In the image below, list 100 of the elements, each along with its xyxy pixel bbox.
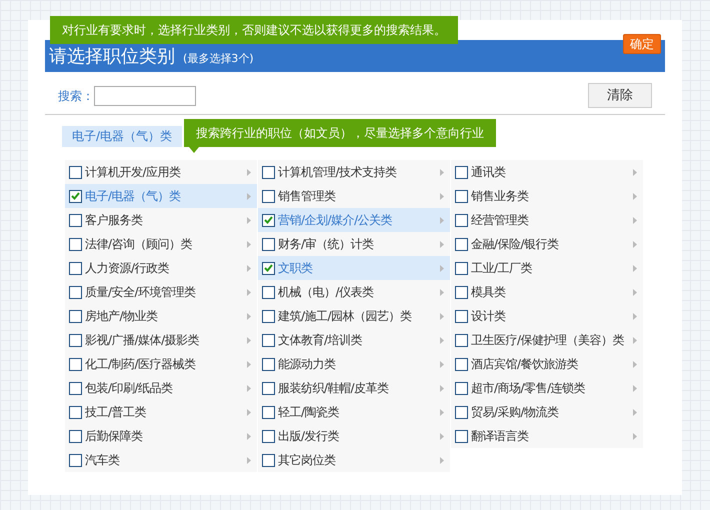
checkbox[interactable] <box>69 454 82 466</box>
category-item[interactable]: 其它岗位类 <box>258 448 450 472</box>
checkbox[interactable] <box>69 334 82 346</box>
category-item[interactable]: 计算机开发/应用类 <box>65 160 257 184</box>
category-item[interactable]: 汽车类 <box>65 448 257 472</box>
category-item[interactable]: 影视/广播/媒体/摄影类 <box>65 328 257 352</box>
checkbox[interactable] <box>455 334 468 346</box>
checkbox[interactable] <box>69 310 82 322</box>
checkbox[interactable] <box>262 406 275 418</box>
tooltip-pointer-icon <box>189 147 200 153</box>
category-item[interactable]: 出版/发行类 <box>258 424 450 448</box>
category-item[interactable]: 文体教育/培训类 <box>258 328 450 352</box>
category-item[interactable]: 能源动力类 <box>258 352 450 376</box>
category-item[interactable]: 化工/制药/医疗器械类 <box>65 352 257 376</box>
checkbox[interactable] <box>455 214 468 226</box>
category-item[interactable]: 质量/安全/环境管理类 <box>65 280 257 304</box>
checkbox[interactable] <box>262 238 275 250</box>
category-item[interactable]: 机械（电）/仪表类 <box>258 280 450 304</box>
checkbox[interactable] <box>455 190 468 202</box>
checkbox[interactable] <box>262 454 275 466</box>
checkbox[interactable] <box>262 310 275 322</box>
arrow-icon <box>633 432 637 440</box>
clear-button[interactable]: 清除 <box>588 83 652 108</box>
checkbox[interactable] <box>455 382 468 394</box>
category-item[interactable]: 贸易/采购/物流类 <box>451 400 643 424</box>
category-label: 后勤保障类 <box>85 428 142 445</box>
checkbox[interactable] <box>69 406 82 418</box>
category-item[interactable]: 销售业务类 <box>451 184 643 208</box>
checkbox[interactable] <box>262 358 275 370</box>
checkbox[interactable] <box>69 166 82 178</box>
category-item[interactable]: 翻译语言类 <box>451 424 643 448</box>
category-item[interactable]: 轻工/陶瓷类 <box>258 400 450 424</box>
checkbox[interactable] <box>262 166 275 178</box>
category-item[interactable]: 模具类 <box>451 280 643 304</box>
checkbox[interactable] <box>69 358 82 370</box>
checkbox[interactable] <box>262 262 275 274</box>
category-item[interactable]: 计算机管理/技术支持类 <box>258 160 450 184</box>
arrow-icon <box>247 408 251 416</box>
checkbox[interactable] <box>455 358 468 370</box>
checkbox[interactable] <box>69 238 82 250</box>
arrow-icon <box>247 384 251 392</box>
category-item[interactable]: 超市/商场/零售/连锁类 <box>451 376 643 400</box>
checkbox[interactable] <box>455 238 468 250</box>
category-label: 销售业务类 <box>471 188 528 205</box>
category-label: 电子/电器（气）类 <box>85 188 181 205</box>
category-item[interactable]: 销售管理类 <box>258 184 450 208</box>
arrow-icon <box>247 192 251 200</box>
checkbox[interactable] <box>455 166 468 178</box>
arrow-icon <box>633 192 637 200</box>
category-label: 法律/咨询（顾问）类 <box>85 236 192 253</box>
checkbox[interactable] <box>69 262 82 274</box>
category-item[interactable]: 通讯类 <box>451 160 643 184</box>
arrow-icon <box>633 408 637 416</box>
checkbox[interactable] <box>262 382 275 394</box>
category-item[interactable]: 客户服务类 <box>65 208 257 232</box>
checkbox[interactable] <box>262 190 275 202</box>
checkbox[interactable] <box>69 190 82 202</box>
category-item[interactable]: 电子/电器（气）类 <box>65 184 257 208</box>
category-label: 客户服务类 <box>85 212 142 229</box>
checkbox[interactable] <box>69 214 82 226</box>
category-item[interactable]: 经营管理类 <box>451 208 643 232</box>
arrow-icon <box>633 312 637 320</box>
category-item[interactable]: 酒店宾馆/餐饮旅游类 <box>451 352 643 376</box>
tip-banner: 对行业有要求时，选择行业类别，否则建议不选以获得更多的搜索结果。 <box>50 16 458 44</box>
category-item[interactable]: 房地产/物业类 <box>65 304 257 328</box>
checkbox[interactable] <box>455 262 468 274</box>
category-label: 影视/广播/媒体/摄影类 <box>85 332 200 349</box>
category-item[interactable]: 工业/工厂类 <box>451 256 643 280</box>
arrow-icon <box>633 288 637 296</box>
checkbox[interactable] <box>262 286 275 298</box>
checkbox[interactable] <box>262 430 275 442</box>
category-item[interactable]: 法律/咨询（顾问）类 <box>65 232 257 256</box>
category-item[interactable]: 文职类 <box>258 256 450 280</box>
checkbox[interactable] <box>69 382 82 394</box>
category-label: 计算机管理/技术支持类 <box>278 164 397 181</box>
category-item[interactable]: 后勤保障类 <box>65 424 257 448</box>
category-item[interactable]: 建筑/施工/园林（园艺）类 <box>258 304 450 328</box>
category-item[interactable]: 营销/企划/媒介/公关类 <box>258 208 450 232</box>
checkbox[interactable] <box>69 430 82 442</box>
checkbox[interactable] <box>455 430 468 442</box>
checkbox[interactable] <box>262 214 275 226</box>
category-label: 包装/印刷/纸品类 <box>85 380 173 397</box>
category-item[interactable]: 服装纺织/鞋帽/皮革类 <box>258 376 450 400</box>
category-item[interactable]: 财务/审（统）计类 <box>258 232 450 256</box>
category-item[interactable]: 设计类 <box>451 304 643 328</box>
checkbox[interactable] <box>455 310 468 322</box>
category-item[interactable]: 金融/保险/银行类 <box>451 232 643 256</box>
category-item[interactable]: 卫生医疗/保健护理（美容）类 <box>451 328 643 352</box>
checkbox[interactable] <box>455 286 468 298</box>
arrow-icon <box>633 360 637 368</box>
search-field[interactable] <box>94 86 196 106</box>
category-item[interactable]: 包装/印刷/纸品类 <box>65 376 257 400</box>
category-item[interactable]: 技工/普工类 <box>65 400 257 424</box>
selected-tag[interactable]: 电子/电器（气）类 <box>62 126 182 146</box>
checkbox[interactable] <box>455 406 468 418</box>
category-label: 金融/保险/银行类 <box>471 236 559 253</box>
arrow-icon <box>633 216 637 224</box>
checkbox[interactable] <box>69 286 82 298</box>
category-item[interactable]: 人力资源/行政类 <box>65 256 257 280</box>
checkbox[interactable] <box>262 334 275 346</box>
